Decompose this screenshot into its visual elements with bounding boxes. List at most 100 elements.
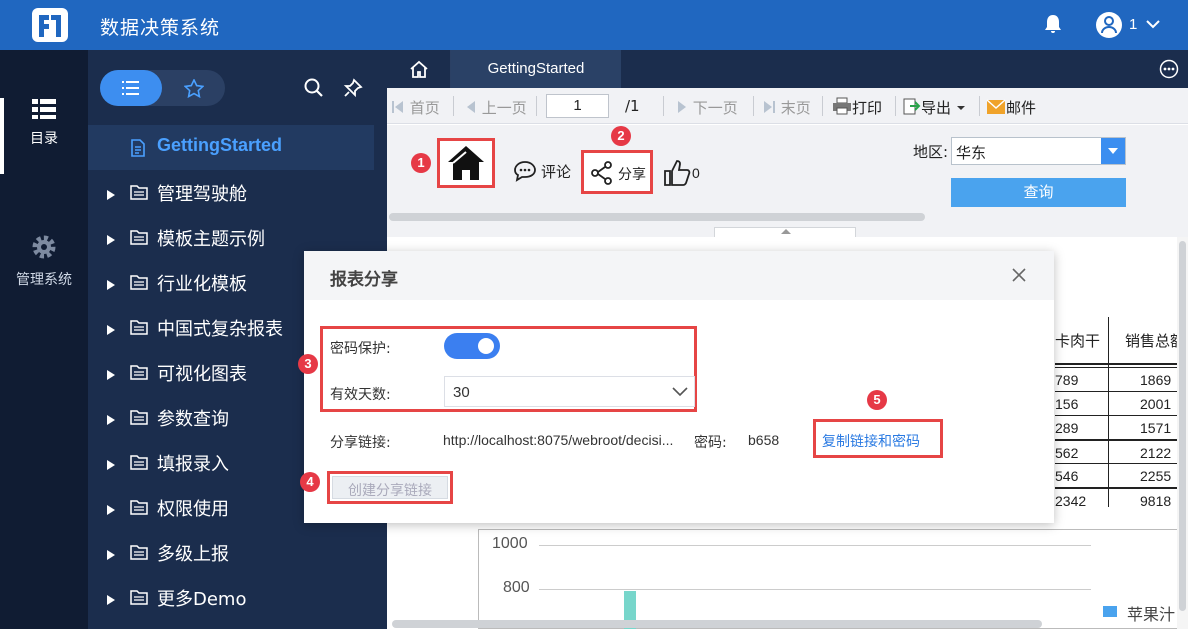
search-icon[interactable] — [304, 78, 324, 101]
close-icon[interactable] — [1011, 267, 1027, 286]
caret-right-icon[interactable] — [106, 185, 116, 206]
dir-item-label: 模板主题示例 — [157, 229, 265, 250]
caret-right-icon[interactable] — [106, 275, 116, 296]
create-share-link-button[interactable]: 创建分享链接 — [332, 476, 448, 499]
user-name[interactable]: 1 — [1129, 16, 1137, 33]
print-button[interactable]: 打印 — [832, 97, 882, 118]
folder-icon — [130, 409, 148, 430]
gear-icon — [32, 235, 56, 259]
folder-icon — [130, 184, 148, 205]
dropdown-button[interactable] — [1101, 138, 1125, 164]
dir-item-label: 多级上报 — [157, 544, 229, 565]
folder-icon — [130, 544, 148, 565]
caret-right-icon[interactable] — [106, 365, 116, 386]
dir-item-label: 更多Demo — [157, 589, 247, 610]
mail-icon — [986, 99, 1006, 114]
dir-item-label: 管理驾驶舱 — [157, 184, 247, 205]
caret-right-icon[interactable] — [106, 590, 116, 611]
caret-right-icon[interactable] — [106, 500, 116, 521]
caret-right-icon[interactable] — [106, 320, 116, 341]
caret-right-icon[interactable] — [106, 410, 116, 431]
user-avatar[interactable] — [1096, 12, 1122, 38]
dir-item[interactable]: 管理驾驶舱 — [88, 170, 387, 215]
dir-item-label: 权限使用 — [157, 499, 229, 520]
report-hscrollbar[interactable] — [392, 620, 1042, 628]
share-label: 分享 — [618, 167, 646, 183]
tab-home[interactable] — [387, 50, 451, 88]
page-number-input[interactable]: 1 — [546, 94, 609, 118]
tab-gettingstarted[interactable]: GettingStarted — [451, 50, 621, 88]
chevron-down-icon[interactable] — [1145, 16, 1161, 32]
query-button[interactable]: 查询 — [951, 178, 1126, 207]
callout-badge-5: 5 — [867, 390, 887, 410]
copy-link-button[interactable]: 复制链接和密码 — [813, 419, 943, 458]
collapse-toggle[interactable] — [714, 227, 856, 237]
more-icon[interactable] — [1159, 59, 1179, 82]
region-select[interactable]: 华东 — [951, 137, 1126, 165]
tab-bar: GettingStarted — [387, 50, 1188, 88]
prev-page-button[interactable]: 上一页 — [465, 97, 527, 118]
pin-icon[interactable] — [343, 78, 363, 101]
dir-item[interactable]: 多级上报 — [88, 530, 387, 575]
home-button[interactable] — [437, 138, 495, 188]
password-label: 密码: — [694, 435, 727, 451]
dialog-title: 报表分享 — [330, 270, 398, 290]
table-cell: 289 — [1055, 420, 1079, 436]
table-cell: 789 — [1055, 372, 1079, 388]
caret-right-icon[interactable] — [106, 455, 116, 476]
list-view-button[interactable] — [100, 70, 162, 106]
bell-icon[interactable] — [1044, 14, 1062, 37]
param-scrollbar[interactable] — [389, 213, 925, 221]
table-cell: 1571 — [1140, 420, 1172, 436]
scroll-thumb[interactable] — [1179, 241, 1186, 611]
prev-page-icon — [467, 101, 475, 113]
folder-icon — [130, 319, 148, 340]
table-row: 546 2255 — [1055, 463, 1188, 487]
col-header: 卡肉干 — [1055, 332, 1101, 350]
comment-icon — [514, 161, 536, 182]
divider — [663, 96, 664, 116]
rail-item-admin[interactable]: 管理系统 — [0, 233, 88, 289]
export-icon — [903, 98, 921, 115]
favorites-button[interactable] — [163, 70, 225, 106]
star-icon — [184, 79, 204, 98]
first-page-button[interactable]: 首页 — [391, 97, 440, 118]
share-button[interactable]: 分享 — [581, 150, 653, 194]
folder-icon — [130, 499, 148, 520]
like-count: 0 — [692, 165, 700, 181]
dir-item-label: 填报录入 — [157, 454, 229, 475]
callout-badge-4: 4 — [300, 472, 320, 492]
legend-label: 苹果汁 — [1127, 605, 1176, 624]
table-cell: 2122 — [1140, 445, 1172, 461]
app-logo[interactable] — [32, 8, 68, 42]
valid-days-select[interactable]: 30 — [444, 376, 695, 407]
dir-item-label: GettingStarted — [157, 135, 283, 155]
copy-link-label: 复制链接和密码 — [822, 434, 920, 450]
last-page-button[interactable]: 末页 — [762, 97, 811, 118]
nav-rail: 目录 管理系统 — [0, 50, 88, 629]
highlight-box: 创建分享链接 — [327, 471, 453, 504]
table-cell: 2001 — [1140, 396, 1172, 412]
mail-button[interactable]: 邮件 — [986, 97, 1036, 118]
chart: 1000 800 — [478, 529, 1188, 629]
gridline — [539, 545, 1091, 546]
caret-right-icon[interactable] — [106, 230, 116, 251]
print-label: 打印 — [852, 99, 883, 117]
password-toggle[interactable] — [444, 333, 500, 359]
rail-item-directory[interactable]: 目录 — [0, 98, 88, 174]
list-icon — [122, 81, 139, 95]
dir-item-label: 可视化图表 — [157, 364, 247, 385]
y-tick-label: 1000 — [492, 535, 528, 552]
like-button[interactable]: 0 — [663, 159, 700, 190]
valid-days-label: 有效天数: — [330, 387, 391, 403]
report-vscrollbar[interactable] — [1177, 237, 1188, 629]
dir-item[interactable]: 更多Demo — [88, 575, 387, 620]
printer-icon — [833, 97, 851, 115]
dir-item-gettingstarted[interactable]: GettingStarted — [88, 125, 387, 170]
table-row: 562 2122 — [1055, 439, 1188, 463]
caret-right-icon[interactable] — [106, 545, 116, 566]
share-link-url[interactable]: http://localhost:8075/webroot/decisi... — [443, 432, 673, 448]
export-button[interactable]: 导出 — [903, 97, 966, 118]
next-page-button[interactable]: 下一页 — [676, 97, 738, 118]
folder-icon — [130, 364, 148, 385]
